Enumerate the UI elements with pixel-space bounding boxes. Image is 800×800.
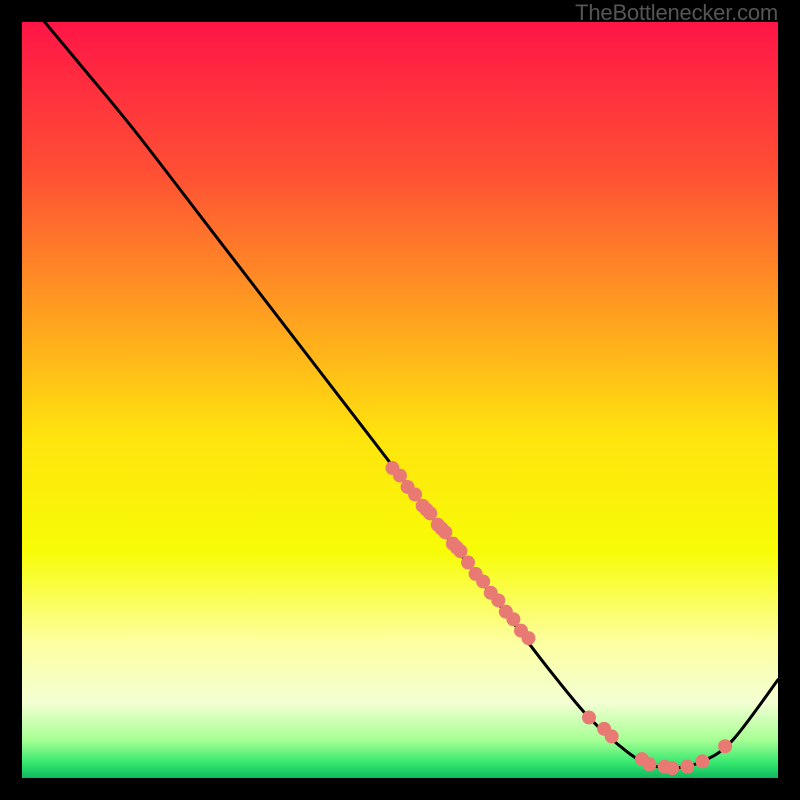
bottleneck-chart bbox=[22, 22, 778, 778]
watermark-text: TheBottlenecker.com bbox=[575, 0, 778, 26]
data-point bbox=[582, 711, 596, 725]
data-point bbox=[605, 729, 619, 743]
data-point bbox=[522, 631, 536, 645]
data-point bbox=[695, 754, 709, 768]
gradient-background bbox=[22, 22, 778, 778]
data-point bbox=[718, 739, 732, 753]
data-point bbox=[642, 757, 656, 771]
data-point bbox=[665, 761, 679, 775]
data-point bbox=[680, 760, 694, 774]
chart-svg bbox=[22, 22, 778, 778]
